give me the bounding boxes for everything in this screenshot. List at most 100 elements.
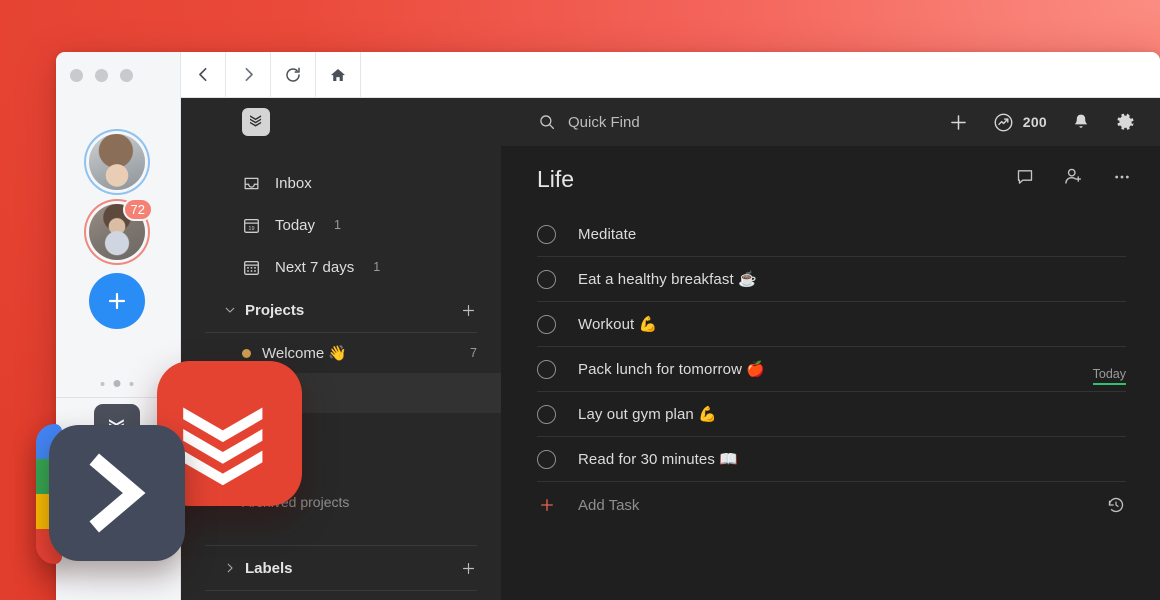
section-label: Labels <box>245 559 293 577</box>
project-label: Welcome 👋 <box>262 345 348 362</box>
chevron-right-icon <box>245 67 253 82</box>
add-task-button[interactable] <box>948 112 969 133</box>
sidebar-section-filters[interactable]: Filters <box>181 591 501 600</box>
sidebar-item-label: Today <box>275 216 316 234</box>
karma-value: 200 <box>1022 114 1047 130</box>
todoist-header: Quick Find 200 <box>181 98 1160 146</box>
table-row[interactable]: Lay out gym plan 💪 <box>537 392 1126 437</box>
project-header-actions <box>1015 166 1132 192</box>
window-control-close[interactable] <box>70 69 83 82</box>
add-label-button[interactable] <box>460 560 477 577</box>
chevron-app-icon[interactable] <box>49 425 185 561</box>
project-color-dot <box>242 348 251 358</box>
todoist-glyph-icon <box>182 406 262 485</box>
task-checkbox[interactable] <box>537 269 556 289</box>
plus-icon <box>950 114 966 130</box>
sidebar-section-projects[interactable]: Projects <box>181 288 501 332</box>
sidebar-item-count: 1 <box>373 260 381 274</box>
task-checkbox[interactable] <box>537 449 556 469</box>
add-task-row[interactable]: Add Task <box>537 482 1126 528</box>
home-icon <box>331 68 345 81</box>
table-row[interactable]: Pack lunch for tomorrow 🍎 Today <box>537 347 1126 392</box>
task-checkbox[interactable] <box>537 314 556 334</box>
table-row[interactable]: Read for 30 minutes 📖 <box>537 437 1126 482</box>
table-row[interactable]: Eat a healthy breakfast ☕ <box>537 257 1126 302</box>
sidebar-item-inbox[interactable]: Inbox <box>181 162 501 204</box>
todoist-logo[interactable] <box>242 108 270 136</box>
window-control-zoom[interactable] <box>120 69 133 82</box>
section-label: Projects <box>245 301 305 319</box>
header-actions: 200 <box>948 112 1136 133</box>
task-title: Pack lunch for tomorrow 🍎 <box>578 361 766 378</box>
task-checkbox[interactable] <box>537 359 556 379</box>
chevron-down-icon[interactable] <box>223 303 245 317</box>
chevron-left-icon <box>198 67 206 82</box>
home-button[interactable] <box>316 52 361 97</box>
sidebar-item-label: Next 7 days <box>275 258 355 276</box>
avatar-secondary[interactable]: 72 <box>89 198 153 260</box>
task-checkbox[interactable] <box>537 404 556 424</box>
page-title: Life <box>537 165 575 192</box>
sidebar-item-next-7-days[interactable]: Next 7 days 1 <box>181 246 501 288</box>
add-person-icon[interactable] <box>1063 166 1084 192</box>
avatar-primary[interactable] <box>89 134 145 190</box>
settings-button[interactable] <box>1115 112 1136 133</box>
table-row[interactable]: Meditate <box>537 212 1126 257</box>
sidebar-item-count: 1 <box>334 218 341 232</box>
search-icon <box>540 115 555 130</box>
page-dot[interactable] <box>129 381 134 386</box>
todoist-main: Life Meditate Eat a healthy breakfast ☕ … <box>501 146 1160 600</box>
task-title: Read for 30 minutes 📖 <box>578 451 739 468</box>
browser-window: 72 Quick Find 200 Inbox 19 Today 1 Next … <box>56 52 1160 600</box>
project-count: 7 <box>470 346 477 360</box>
history-icon[interactable] <box>1106 495 1126 515</box>
desktop-background: 72 Quick Find 200 Inbox 19 Today 1 Next … <box>0 0 1160 600</box>
notifications-button[interactable] <box>1071 112 1091 132</box>
task-title: Meditate <box>578 225 637 243</box>
project-header: Life <box>501 146 1160 212</box>
quick-find-label: Quick Find <box>568 113 640 131</box>
comment-icon[interactable] <box>1015 167 1035 192</box>
window-control-minimize[interactable] <box>95 69 108 82</box>
avatar <box>89 134 145 190</box>
karma-indicator[interactable]: 200 <box>993 112 1047 133</box>
window-controls <box>70 69 133 82</box>
todoist-logo-icon <box>250 115 262 127</box>
inbox-icon <box>242 174 261 193</box>
table-row[interactable]: Workout 💪 <box>537 302 1126 347</box>
todoist-app: Quick Find 200 Inbox 19 Today 1 Next 7 d… <box>181 98 1160 600</box>
reload-icon <box>286 67 300 82</box>
reload-button[interactable] <box>271 52 316 97</box>
svg-text:19: 19 <box>248 225 254 231</box>
browser-toolbar <box>181 52 1160 98</box>
quick-find[interactable]: Quick Find <box>538 113 640 131</box>
sidebar-section-labels[interactable]: Labels <box>181 546 501 590</box>
add-task-label: Add Task <box>578 496 640 514</box>
plus-icon <box>537 496 556 514</box>
more-options-icon[interactable] <box>1112 167 1132 192</box>
status-badge: 72 <box>122 198 153 221</box>
todoist-body: Inbox 19 Today 1 Next 7 days 1 Projects … <box>181 146 1160 600</box>
task-checkbox[interactable] <box>537 224 556 244</box>
task-due-date[interactable]: Today <box>1092 367 1126 385</box>
task-title: Lay out gym plan 💪 <box>578 406 717 423</box>
rail-page-dots <box>100 380 134 387</box>
page-dot-active[interactable] <box>113 380 121 387</box>
chevron-right-icon[interactable] <box>223 561 245 575</box>
chevron-right-icon <box>89 453 146 533</box>
back-button[interactable] <box>181 52 226 97</box>
plus-icon <box>108 292 126 310</box>
sidebar-item-label: Inbox <box>275 174 312 192</box>
gear-icon <box>1117 113 1134 130</box>
rail-add-button[interactable] <box>89 273 145 329</box>
task-title: Workout 💪 <box>578 316 658 333</box>
add-project-button[interactable] <box>460 302 477 319</box>
sidebar-item-today[interactable]: 19 Today 1 <box>181 204 501 246</box>
bell-icon <box>1075 114 1087 128</box>
page-dot[interactable] <box>100 381 105 386</box>
task-list: Meditate Eat a healthy breakfast ☕ Worko… <box>501 212 1160 528</box>
forward-button[interactable] <box>226 52 271 97</box>
calendar-week-icon <box>242 258 261 277</box>
address-bar-area[interactable] <box>361 52 1160 97</box>
task-title: Eat a healthy breakfast ☕ <box>578 271 757 288</box>
